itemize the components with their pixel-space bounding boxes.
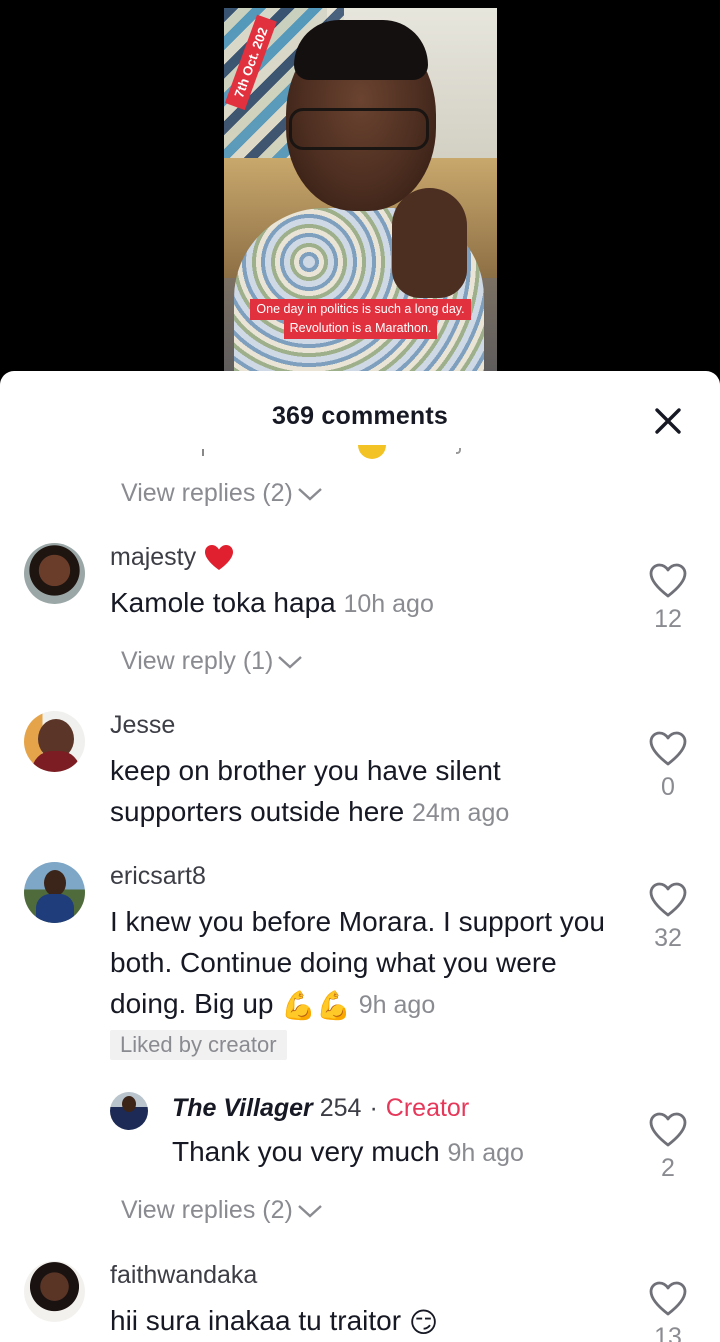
comment-timestamp: 9h ago bbox=[358, 991, 436, 1019]
avatar[interactable] bbox=[24, 862, 85, 923]
video-person-hand bbox=[392, 188, 467, 298]
comment-timestamp: 10h ago bbox=[343, 590, 434, 618]
comment-timestamp: 24m ago bbox=[411, 799, 510, 827]
video-player[interactable]: 7th Oct. 202 One day in politics is such… bbox=[0, 0, 720, 400]
chevron-down-icon bbox=[298, 487, 322, 501]
like-button[interactable]: 0 bbox=[648, 731, 688, 802]
comment-timestamp: 9h ago bbox=[447, 1139, 524, 1167]
red-heart-emoji-icon bbox=[204, 544, 234, 572]
avatar[interactable] bbox=[24, 1261, 85, 1322]
comment-item: majesty Kamole toka hapa 10h ago 12 bbox=[0, 541, 720, 681]
like-button[interactable]: 13 bbox=[648, 1281, 688, 1342]
like-count: 2 bbox=[661, 1154, 675, 1182]
heart-outline-icon bbox=[649, 882, 687, 917]
liked-by-creator-badge: Liked by creator bbox=[110, 1030, 287, 1060]
like-count: 32 bbox=[654, 924, 682, 952]
avatar[interactable] bbox=[24, 711, 85, 772]
comments-count-title: 369 comments bbox=[271, 402, 449, 430]
video-person-hair bbox=[294, 20, 428, 80]
comment-item: faithwandaka hii sura inakaa tu traitor … bbox=[0, 1259, 720, 1342]
comment-username[interactable]: ericsart8 bbox=[110, 862, 206, 891]
like-button[interactable]: 2 bbox=[648, 1112, 688, 1183]
view-replies-button[interactable]: View replies (2) bbox=[121, 1196, 323, 1225]
comment-item: Jesse keep on brother you have silent su… bbox=[0, 709, 720, 829]
video-caption-line1: One day in politics is such a long day. bbox=[240, 299, 481, 320]
video-person-glasses bbox=[289, 108, 429, 150]
smirking-face-emoji-icon: 😏 bbox=[408, 1307, 439, 1339]
flexed-biceps-emoji-icon: 💪💪 bbox=[281, 990, 351, 1022]
heart-outline-icon bbox=[649, 563, 687, 598]
comment-text: I knew you before Morara. I support you … bbox=[110, 901, 630, 1026]
comment-text: keep on brother you have silent supporte… bbox=[110, 755, 510, 827]
avatar[interactable] bbox=[24, 543, 85, 604]
like-count: 0 bbox=[661, 773, 675, 801]
comment-text: Kamole toka hapa 10h ago bbox=[110, 587, 434, 618]
comment-username[interactable]: Jesse bbox=[110, 711, 175, 740]
comment-text: hii sura inakaa tu traitor 😏 bbox=[110, 1300, 630, 1342]
view-replies-button[interactable]: View replies (2) bbox=[121, 479, 323, 508]
view-replies-label: View replies (2) bbox=[121, 479, 293, 507]
partial-comment-text bbox=[110, 443, 510, 459]
avatar[interactable] bbox=[110, 1092, 148, 1130]
reply-item: The Villager 254 · Creator Thank you ver… bbox=[0, 1090, 720, 1190]
close-button[interactable] bbox=[650, 403, 686, 439]
comment-username[interactable]: faithwandaka bbox=[110, 1261, 257, 1290]
heart-outline-icon bbox=[649, 731, 687, 766]
view-replies-label: View replies (2) bbox=[121, 1196, 293, 1224]
reply-username[interactable]: The Villager 254 · Creator bbox=[172, 1094, 469, 1123]
chevron-down-icon bbox=[298, 1204, 322, 1218]
heart-outline-icon bbox=[649, 1281, 687, 1316]
like-count: 12 bbox=[654, 605, 682, 633]
like-count: 13 bbox=[654, 1323, 682, 1342]
like-button[interactable]: 32 bbox=[648, 882, 688, 953]
comment-item: ericsart8 I knew you before Morara. I su… bbox=[0, 860, 720, 1070]
like-button[interactable]: 12 bbox=[648, 563, 688, 634]
creator-badge: Creator bbox=[385, 1094, 470, 1122]
video-frame[interactable]: 7th Oct. 202 One day in politics is such… bbox=[224, 8, 497, 380]
comments-sheet: 369 comments View replies (2) majesty Ka… bbox=[0, 371, 720, 1342]
reply-text: Thank you very much 9h ago bbox=[172, 1136, 524, 1167]
view-reply-button[interactable]: View reply (1) bbox=[121, 647, 303, 676]
view-reply-label: View reply (1) bbox=[121, 647, 274, 675]
close-icon bbox=[655, 408, 681, 434]
video-caption-line2: Revolution is a Marathon. bbox=[240, 318, 481, 339]
chevron-down-icon bbox=[278, 655, 303, 669]
heart-outline-icon bbox=[649, 1112, 687, 1147]
comment-username[interactable]: majesty bbox=[110, 543, 234, 572]
